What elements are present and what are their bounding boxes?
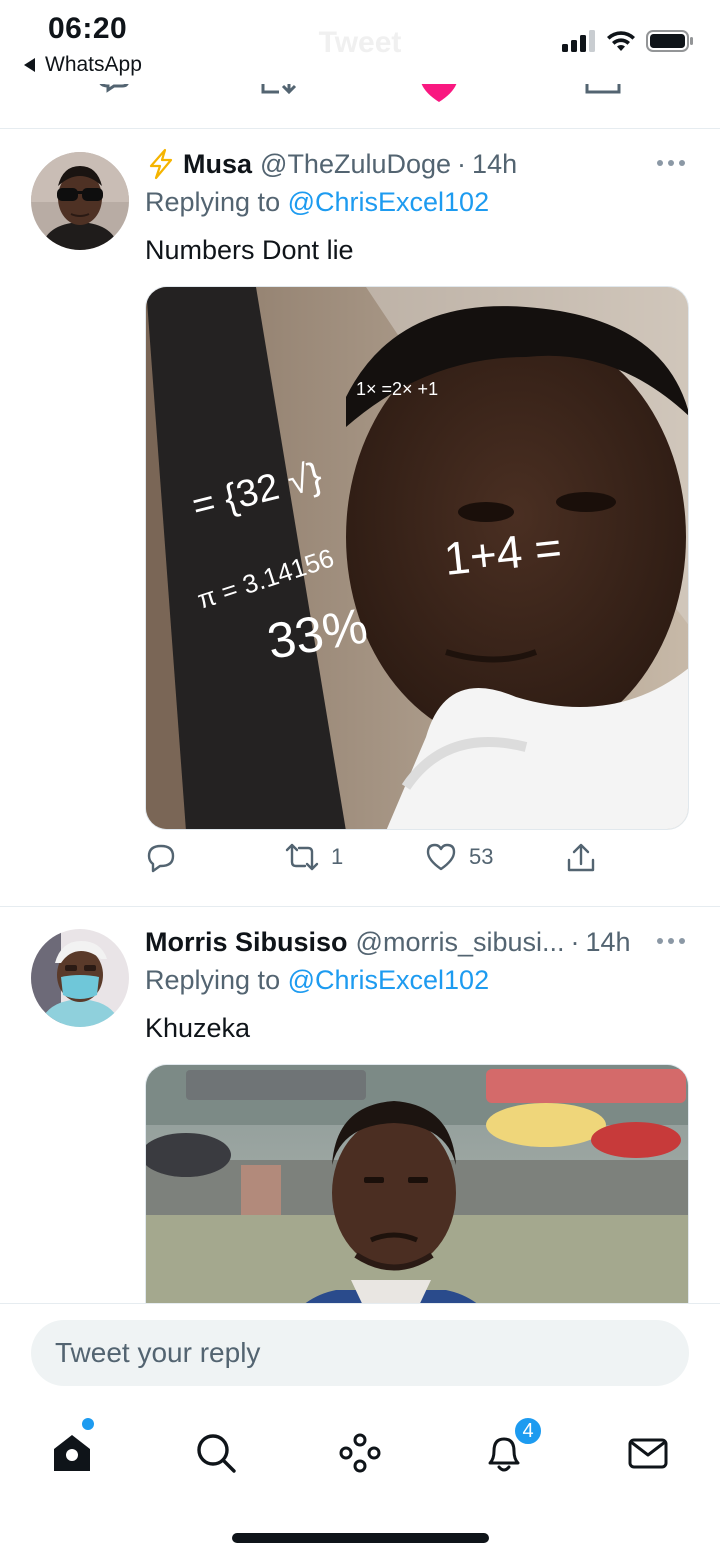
- back-to-app-button[interactable]: WhatsApp: [24, 53, 142, 77]
- replying-prefix: Replying to: [145, 965, 281, 995]
- retweet-icon: [285, 843, 319, 871]
- back-app-label: WhatsApp: [45, 53, 142, 76]
- separator: ·: [457, 148, 467, 179]
- tweet-header: Musa @TheZuluDoge · 14h: [145, 147, 700, 181]
- reply-input[interactable]: [31, 1320, 689, 1386]
- timestamp: 14h: [472, 148, 518, 179]
- tweet-media-image[interactable]: [145, 1064, 689, 1303]
- share-icon: [567, 843, 595, 872]
- tweet-text: Khuzeka: [145, 1013, 251, 1043]
- tweet-header: Morris Sibusiso @morris_sibusi... · 14h: [145, 925, 700, 959]
- more-options-icon[interactable]: [656, 936, 686, 946]
- tweet[interactable]: Musa @TheZuluDoge · 14h Replying to @Chr…: [0, 128, 720, 906]
- handle[interactable]: @morris_sibusi...: [356, 927, 565, 958]
- reply-icon[interactable]: [94, 84, 134, 106]
- separator: ·: [570, 926, 580, 957]
- display-name[interactable]: Musa: [183, 149, 252, 180]
- status-icons: [562, 30, 694, 52]
- reply-button[interactable]: [145, 842, 177, 874]
- home-indicator[interactable]: [232, 1533, 489, 1543]
- more-options-icon[interactable]: [656, 158, 686, 168]
- handle[interactable]: @TheZuluDoge: [260, 149, 451, 180]
- lightning-icon: [149, 148, 173, 180]
- heart-icon: [426, 843, 456, 871]
- tweet[interactable]: Morris Sibusiso @morris_sibusi... · 14h …: [0, 906, 720, 1303]
- math-overlay-1: 1× =2× +1: [356, 379, 438, 399]
- spaces-icon: [339, 1433, 381, 1473]
- search-icon: [197, 1434, 236, 1473]
- share-button[interactable]: [565, 842, 597, 874]
- replying-to: Replying to @ChrisExcel102: [145, 187, 489, 218]
- mention-link[interactable]: @ChrisExcel102: [288, 187, 490, 217]
- display-name[interactable]: Morris Sibusiso: [145, 927, 348, 958]
- share-icon[interactable]: [583, 84, 623, 104]
- messages-icon: [628, 1438, 668, 1469]
- tweet-text: Numbers Dont lie: [145, 235, 354, 265]
- tab-spaces[interactable]: [330, 1423, 390, 1483]
- replying-to: Replying to @ChrisExcel102: [145, 965, 489, 996]
- notifications-badge: 4: [513, 1416, 543, 1446]
- tweet-media-image[interactable]: 1× =2× +1 = {32 √} π = 3.14156 1+4 = 33%: [145, 286, 689, 830]
- home-unread-dot: [82, 1418, 94, 1430]
- avatar[interactable]: [31, 929, 129, 1027]
- status-bar: Tweet 06:20 WhatsApp: [0, 0, 720, 84]
- reply-composer: [0, 1303, 720, 1403]
- tab-messages[interactable]: [618, 1423, 678, 1483]
- tweet-actions: 1 53: [145, 842, 689, 882]
- tab-home[interactable]: [42, 1423, 102, 1483]
- back-triangle-icon: [24, 58, 35, 72]
- retweet-icon[interactable]: [259, 84, 301, 104]
- avatar[interactable]: [31, 152, 129, 250]
- retweet-count: 1: [331, 844, 344, 869]
- tab-search[interactable]: [186, 1423, 246, 1483]
- status-time: 06:20: [48, 12, 128, 45]
- previous-tweet-actions: [0, 84, 720, 128]
- wifi-icon: [607, 31, 635, 51]
- like-count: 53: [469, 844, 494, 869]
- replying-prefix: Replying to: [145, 187, 281, 217]
- timestamp: 14h: [585, 926, 631, 957]
- battery-icon: [646, 30, 693, 52]
- mention-link[interactable]: @ChrisExcel102: [288, 965, 490, 995]
- reply-icon: [147, 844, 175, 873]
- like-button[interactable]: 53: [425, 842, 493, 872]
- retweet-button[interactable]: 1: [285, 842, 343, 872]
- like-filled-icon[interactable]: [420, 84, 458, 104]
- home-icon: [54, 1435, 90, 1471]
- cellular-signal-icon: [562, 30, 595, 52]
